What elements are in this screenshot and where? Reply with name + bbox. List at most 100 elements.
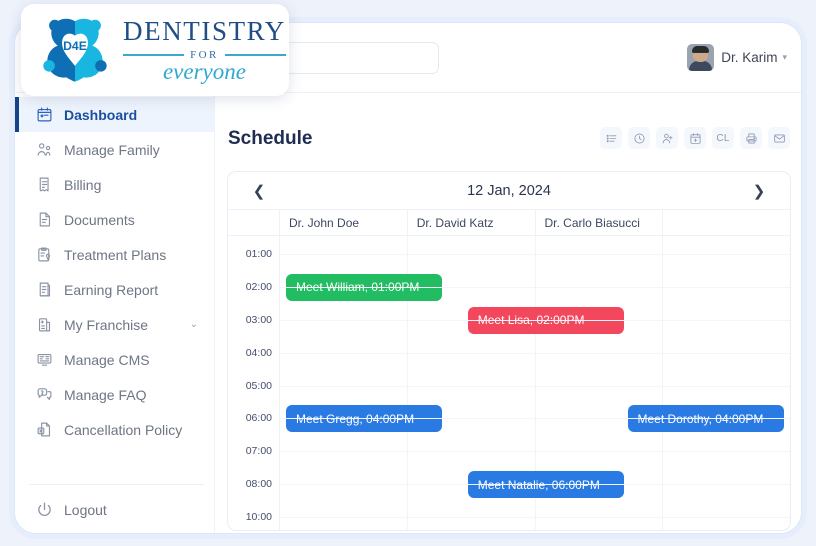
time-label: 01:00 bbox=[245, 248, 272, 260]
search-container bbox=[263, 42, 439, 74]
sidebar-item-label: Earning Report bbox=[64, 281, 159, 298]
clock-icon bbox=[633, 132, 646, 145]
chevron-down-icon[interactable]: ⌄ bbox=[190, 319, 198, 330]
sidebar-item-manage-cms[interactable]: Manage CMS bbox=[15, 342, 214, 377]
grid-line bbox=[280, 484, 790, 485]
prev-day-button[interactable]: ❮ bbox=[240, 172, 278, 210]
calendar-date-label: 12 Jan, 2024 bbox=[467, 182, 551, 199]
calendar-grid: Dr. John Doe Dr. David Katz Dr. Carlo Bias… bbox=[228, 210, 790, 530]
sidebar-item-logout[interactable]: Logout bbox=[15, 492, 107, 527]
sidebar-item-my-franchise[interactable]: My Franchise ⌄ bbox=[15, 307, 214, 342]
grid-line bbox=[280, 451, 790, 452]
calendar-header: ❮ 12 Jan, 2024 ❯ bbox=[228, 172, 790, 210]
history-button[interactable] bbox=[628, 127, 650, 149]
calendar-column-0[interactable]: Meet William, 01:00PMMeet Gregg, 04:00PM bbox=[280, 236, 442, 530]
time-label: 06:00 bbox=[245, 412, 272, 425]
sidebar-divider bbox=[29, 484, 204, 485]
grid-line bbox=[280, 287, 790, 288]
time-label: 03:00 bbox=[245, 313, 272, 326]
sidebar: Dashboard Manage Family Billing Documents Tr… bbox=[15, 93, 215, 533]
sidebar-item-manage-family[interactable]: Manage Family bbox=[15, 132, 214, 167]
clipboard-tooth-icon bbox=[36, 246, 53, 263]
brand-wordmark: DENTISTRY FOR everyone bbox=[123, 16, 286, 84]
next-day-button[interactable]: ❯ bbox=[740, 172, 778, 210]
sidebar-item-label: Cancellation Policy bbox=[64, 421, 183, 438]
calendar-plus-icon bbox=[689, 132, 702, 145]
sidebar-item-treatment-plans[interactable]: Treatment Plans bbox=[15, 237, 214, 272]
calendar-column-1[interactable]: Meet Lisa, 02:00PM Meet Natalie, 06:00PM bbox=[408, 236, 624, 530]
calendar-column-3[interactable] bbox=[663, 236, 790, 530]
sidebar-item-label: Logout bbox=[64, 501, 107, 518]
d4e-logo-icon: D4E bbox=[43, 18, 107, 82]
search-input[interactable] bbox=[263, 42, 439, 74]
app-shell: Dr. Karim ▾ Dashboard Manage Family Billin… bbox=[14, 22, 802, 534]
schedule-toolbar: CL bbox=[600, 127, 790, 149]
time-label: 02:00 bbox=[245, 280, 272, 293]
avatar bbox=[687, 43, 715, 71]
cms-screen-icon bbox=[36, 351, 53, 368]
calendar-body: 01:00 02:00 03:00 04:00 05:00 06:00 07:00 08:00… bbox=[228, 236, 790, 530]
faq-bubble-icon bbox=[36, 386, 53, 403]
add-patient-button[interactable] bbox=[656, 127, 678, 149]
user-plus-icon bbox=[661, 132, 674, 145]
time-label: 04:00 bbox=[245, 346, 272, 359]
print-button[interactable] bbox=[740, 127, 762, 149]
grid-line bbox=[280, 418, 790, 419]
sidebar-item-label: Treatment Plans bbox=[64, 246, 167, 263]
calendar-dashboard-icon bbox=[36, 106, 53, 123]
user-name: Dr. Karim bbox=[721, 49, 778, 65]
sidebar-item-label: My Franchise bbox=[64, 316, 149, 333]
column-header-2: Dr. Carlo Biasucci bbox=[536, 210, 664, 235]
sidebar-item-label: Dashboard bbox=[64, 106, 138, 123]
document-icon bbox=[36, 211, 53, 228]
time-label: 05:00 bbox=[245, 379, 272, 392]
calendar-column-headers: Dr. John Doe Dr. David Katz Dr. Carlo Bias… bbox=[228, 210, 790, 236]
chevron-down-icon: ▾ bbox=[782, 51, 787, 62]
cl-label: CL bbox=[716, 132, 730, 144]
time-axis: 01:00 02:00 03:00 04:00 05:00 06:00 07:00 08:00… bbox=[228, 236, 280, 530]
brand-name: DENTISTRY bbox=[123, 15, 286, 46]
sidebar-item-earning-report[interactable]: Earning Report bbox=[15, 272, 214, 307]
app-root: Dr. Karim ▾ Dashboard Manage Family Billin… bbox=[0, 0, 816, 546]
column-header-1: Dr. David Katz bbox=[408, 210, 536, 235]
grid-line bbox=[280, 254, 790, 255]
column-header-empty bbox=[663, 210, 790, 235]
column-header-label: Dr. Carlo Biasucci bbox=[544, 215, 640, 230]
cancel-document-icon bbox=[36, 421, 53, 438]
sidebar-item-label: Manage Family bbox=[64, 141, 160, 158]
rule-left bbox=[123, 54, 185, 56]
calendar-column-2[interactable]: Meet Dorothy, 04:00PM bbox=[536, 236, 784, 530]
add-appointment-button[interactable] bbox=[684, 127, 706, 149]
column-header-0: Dr. John Doe bbox=[280, 210, 408, 235]
sidebar-item-dashboard[interactable]: Dashboard bbox=[15, 97, 214, 132]
report-icon bbox=[36, 281, 53, 298]
printer-icon bbox=[745, 132, 758, 145]
sidebar-item-cancellation-policy[interactable]: Cancellation Policy bbox=[15, 412, 214, 447]
cl-button[interactable]: CL bbox=[712, 127, 734, 149]
sidebar-nav: Dashboard Manage Family Billing Documents Tr… bbox=[15, 93, 214, 447]
sidebar-item-label: Manage FAQ bbox=[64, 386, 147, 403]
sidebar-item-manage-faq[interactable]: Manage FAQ bbox=[15, 377, 214, 412]
main-content: Schedule CL ❮ 12 Jan, 2024 ❯ Dr. John Do… bbox=[215, 93, 801, 533]
sidebar-item-billing[interactable]: Billing bbox=[15, 167, 214, 202]
user-menu[interactable]: Dr. Karim ▾ bbox=[687, 41, 787, 73]
list-icon bbox=[605, 132, 618, 145]
calendar-card: ❮ 12 Jan, 2024 ❯ Dr. John Doe Dr. David K… bbox=[227, 171, 791, 531]
brand-logo-card[interactable]: D4E DENTISTRY FOR everyone bbox=[21, 4, 289, 96]
envelope-icon bbox=[773, 132, 786, 145]
sidebar-item-label: Billing bbox=[64, 176, 102, 193]
list-view-button[interactable] bbox=[600, 127, 622, 149]
time-label: 07:00 bbox=[245, 445, 272, 458]
column-header-label: Dr. David Katz bbox=[416, 215, 494, 230]
grid-line bbox=[280, 353, 790, 354]
time-label: 08:00 bbox=[245, 478, 272, 491]
column-header-label: Dr. John Doe bbox=[289, 215, 360, 230]
grid-line bbox=[280, 386, 790, 387]
page-title: Schedule bbox=[228, 128, 313, 149]
email-button[interactable] bbox=[768, 127, 790, 149]
brand-script: everyone bbox=[162, 58, 246, 84]
rule-right bbox=[224, 54, 286, 56]
users-icon bbox=[36, 141, 53, 158]
sidebar-item-documents[interactable]: Documents bbox=[15, 202, 214, 237]
sidebar-item-label: Manage CMS bbox=[64, 351, 150, 368]
